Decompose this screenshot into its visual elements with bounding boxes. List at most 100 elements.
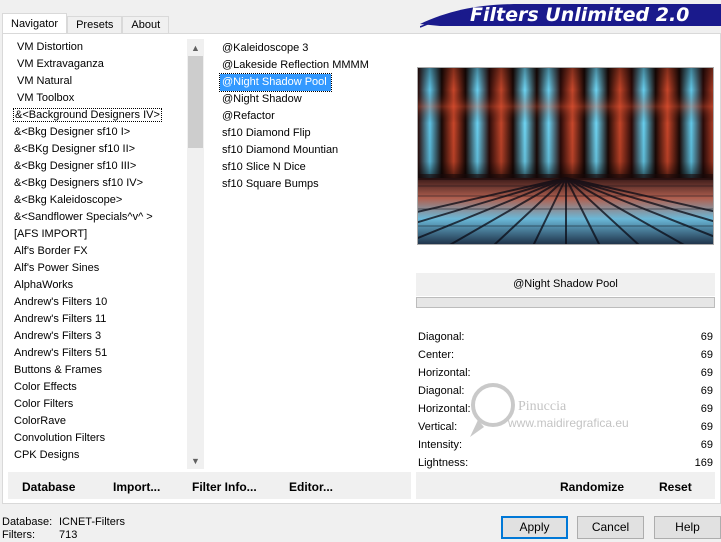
category-item[interactable]: Andrew's Filters 3 [8, 328, 188, 345]
category-list[interactable]: VM Distortion VM Extravaganza VM Natural VM… [8, 39, 188, 467]
filter-item[interactable]: sf10 Diamond Mountian [218, 142, 408, 159]
param-value: 69 [700, 349, 713, 361]
filter-item[interactable]: sf10 Slice N Dice [218, 159, 408, 176]
category-label: &<Bkg Designer sf10 III> [14, 160, 137, 172]
category-item[interactable]: &<Bkg Kaleidoscope> [8, 192, 188, 209]
import-button[interactable]: Import... [113, 480, 160, 494]
filter-info-button[interactable]: Filter Info... [192, 480, 257, 494]
category-label: Color Effects [14, 381, 77, 393]
category-label: &<Sandflower Specials^v^ > [14, 211, 153, 223]
scrollbar-thumb[interactable] [188, 56, 203, 148]
category-item[interactable]: ColorRave [8, 413, 188, 430]
category-label: Buttons & Frames [14, 364, 103, 376]
category-item[interactable]: &<Sandflower Specials^v^ > [8, 209, 188, 226]
watermark: Pinuccia www.maidiregrafica.eu [468, 375, 678, 445]
scroll-up-icon[interactable]: ▲ [187, 39, 204, 56]
tab-navigator[interactable]: Navigator [2, 13, 68, 35]
status-database-value: ICNET-Filters [59, 516, 125, 528]
param-value: 69 [700, 385, 713, 397]
category-item[interactable]: VM Distortion [8, 39, 188, 56]
category-item[interactable]: AlphaWorks [8, 277, 188, 294]
param-row[interactable]: Diagonal: 69 [416, 328, 715, 346]
category-label: &<Background Designers IV> [13, 108, 162, 122]
param-label: Intensity: [418, 439, 463, 451]
category-label: ColorRave [14, 415, 66, 427]
category-label: &<BKg Designer sf10 II> [14, 143, 136, 155]
category-label: Alf's Border FX [14, 245, 88, 257]
watermark-name: Pinuccia [518, 399, 567, 414]
category-item[interactable]: Color Filters [8, 396, 188, 413]
status-filters-label: Filters: [2, 529, 35, 541]
category-item[interactable]: Alf's Power Sines [8, 260, 188, 277]
filter-item[interactable]: sf10 Diamond Flip [218, 125, 408, 142]
category-item[interactable]: &<BKg Designer sf10 II> [8, 141, 188, 158]
category-item[interactable]: Andrew's Filters 10 [8, 294, 188, 311]
category-label: &<Bkg Kaleidoscope> [14, 194, 123, 206]
filter-item[interactable]: @Kaleidoscope 3 [218, 40, 408, 57]
category-item[interactable]: &<Background Designers IV> [8, 107, 188, 124]
category-label: CPK Designs [14, 449, 80, 461]
help-button[interactable]: Help [654, 516, 721, 539]
category-label: Color Filters [14, 398, 74, 410]
param-row[interactable]: Center: 69 [416, 346, 715, 364]
category-label: Convolution Filters [14, 432, 106, 444]
category-item[interactable]: [AFS IMPORT] [8, 226, 188, 243]
category-item[interactable]: VM Toolbox [8, 90, 188, 107]
category-item[interactable]: Alf's Border FX [8, 243, 188, 260]
param-row[interactable]: Lightness: 169 [416, 454, 715, 472]
category-label: AlphaWorks [14, 279, 74, 291]
filter-item[interactable]: @Night Shadow Pool [219, 73, 332, 92]
category-label: Alf's Power Sines [14, 262, 100, 274]
cancel-button[interactable]: Cancel [577, 516, 644, 539]
app-title: Filters Unlimited 2.0 [470, 4, 690, 26]
category-item[interactable]: Buttons & Frames [8, 362, 188, 379]
scroll-down-icon[interactable]: ▼ [187, 452, 204, 469]
status-database-label: Database: [2, 516, 53, 528]
category-item[interactable]: Color Effects [8, 379, 188, 396]
category-label: &<Bkg Designer sf10 I> [14, 126, 131, 138]
param-label: Lightness: [418, 457, 469, 469]
apply-button[interactable]: Apply [501, 516, 568, 539]
filter-progress-bar [416, 297, 715, 308]
param-value: 69 [700, 331, 713, 343]
category-label: VM Extravaganza [17, 58, 104, 70]
category-label: VM Natural [17, 75, 73, 87]
param-label: Horizontal: [418, 403, 471, 415]
category-item[interactable]: &<Bkg Designers sf10 IV> [8, 175, 188, 192]
tab-bar: Navigator Presets About [2, 13, 170, 35]
reset-button[interactable]: Reset [659, 480, 692, 494]
category-item[interactable]: VM Natural [8, 73, 188, 90]
category-item[interactable]: Andrew's Filters 11 [8, 311, 188, 328]
selected-filter-name: @Night Shadow Pool [416, 273, 715, 296]
param-value: 69 [700, 403, 713, 415]
category-label: Andrew's Filters 10 [14, 296, 108, 308]
database-button[interactable]: Database [22, 480, 75, 494]
param-value: 69 [700, 439, 713, 451]
category-item[interactable]: &<Bkg Designer sf10 III> [8, 158, 188, 175]
editor-button[interactable]: Editor... [289, 480, 333, 494]
randomize-button[interactable]: Randomize [560, 480, 624, 494]
category-item[interactable]: VM Extravaganza [8, 56, 188, 73]
param-value: 69 [700, 367, 713, 379]
param-label: Horizontal: [418, 367, 471, 379]
param-label: Center: [418, 349, 455, 361]
param-label: Diagonal: [418, 331, 465, 343]
filter-item[interactable]: @Lakeside Reflection MMMM [218, 57, 408, 74]
filter-item[interactable]: sf10 Square Bumps [218, 176, 408, 193]
category-label: Andrew's Filters 11 [14, 313, 107, 325]
watermark-url: www.maidiregrafica.eu [507, 416, 629, 430]
category-item[interactable]: CPK Designs [8, 447, 188, 464]
category-label: [AFS IMPORT] [14, 228, 88, 240]
status-filters-value: 713 [59, 529, 78, 541]
category-item[interactable]: &<Bkg Designer sf10 I> [8, 124, 188, 141]
param-label: Vertical: [418, 421, 458, 433]
filter-item[interactable]: @Night Shadow [218, 91, 408, 108]
category-label: &<Bkg Designers sf10 IV> [14, 177, 144, 189]
category-item[interactable]: Andrew's Filters 51 [8, 345, 188, 362]
category-label: VM Toolbox [17, 92, 75, 104]
filter-list[interactable]: @Kaleidoscope 3 @Lakeside Reflection MMMM… [218, 40, 408, 193]
category-item[interactable]: Convolution Filters [8, 430, 188, 447]
filter-item[interactable]: @Refactor [218, 108, 408, 125]
param-value: 169 [694, 457, 713, 469]
category-label: VM Distortion [17, 41, 84, 53]
